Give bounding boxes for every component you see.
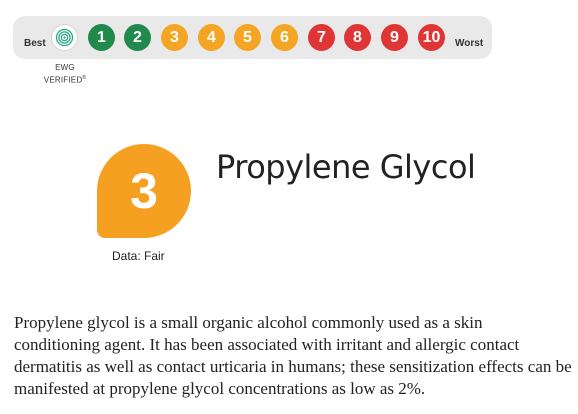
score-4-button[interactable]: 4 (198, 24, 225, 51)
score-10-button[interactable]: 10 (418, 24, 445, 51)
score-3-button[interactable]: 3 (161, 24, 188, 51)
ingredient-score-badge: 3 (97, 144, 191, 238)
data-availability-label: Data: Fair (112, 249, 165, 263)
registered-mark: ® (82, 75, 87, 81)
ewg-verified-label: EWG VERIFIED® (36, 63, 94, 86)
score-7-button[interactable]: 7 (308, 24, 335, 51)
ingredient-title: Propylene Glycol (216, 148, 476, 186)
score-9-button[interactable]: 9 (381, 24, 408, 51)
worst-label: Worst (455, 38, 484, 49)
ewg-verified-text: EWG VERIFIED (43, 63, 83, 85)
ingredient-description: Propylene glycol is a small organic alco… (14, 313, 572, 398)
score-5-button[interactable]: 5 (234, 24, 261, 51)
best-label: Best (24, 38, 46, 49)
score-6-button[interactable]: 6 (271, 24, 298, 51)
hazard-scale-bar: Best 1 2 3 4 5 6 7 8 9 10 Worst (13, 16, 492, 59)
score-8-button[interactable]: 8 (344, 24, 371, 51)
score-1-button[interactable]: 1 (88, 24, 115, 51)
ewg-verified-icon (51, 24, 78, 51)
score-2-button[interactable]: 2 (124, 24, 151, 51)
